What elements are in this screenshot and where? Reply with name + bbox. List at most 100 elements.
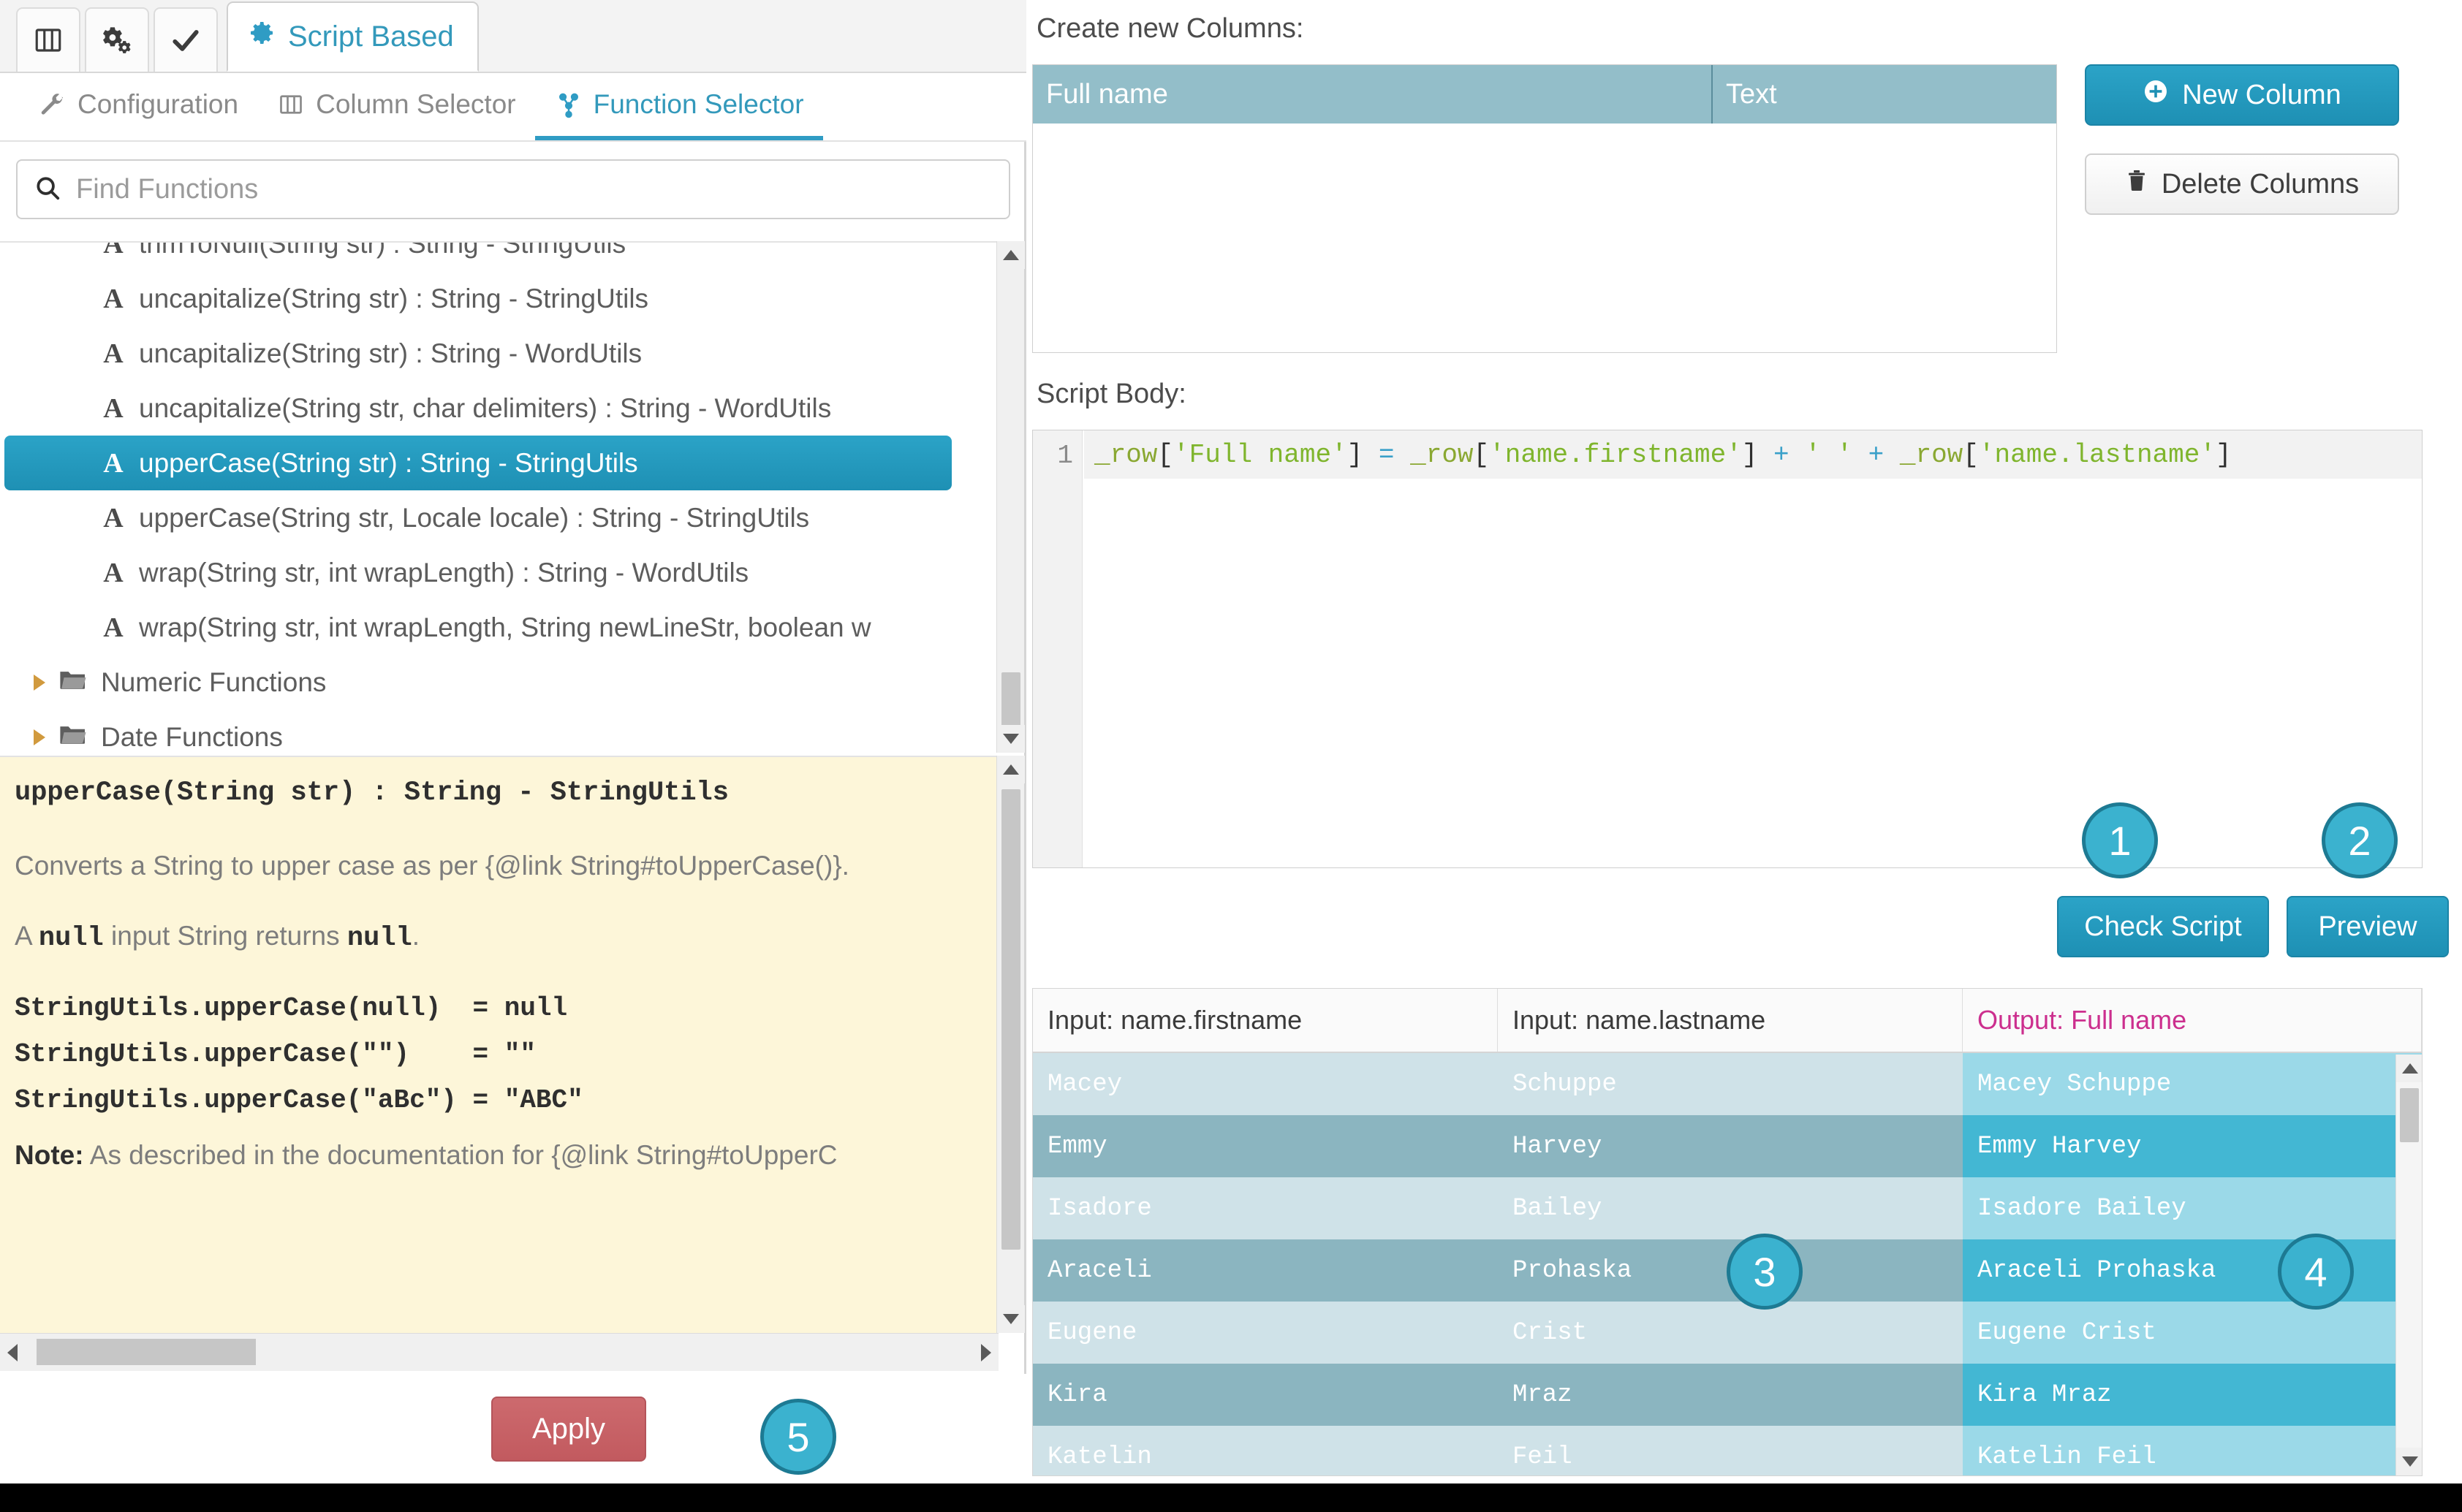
doc-p2-mono2: null — [346, 923, 412, 954]
doc-scroll-up-arrow-icon[interactable] — [997, 756, 1025, 783]
doc-title: upperCase(String str) : String - StringU… — [15, 778, 729, 808]
cell-firstname: Katelin — [1033, 1426, 1498, 1475]
step-badge-1: 1 — [2082, 802, 2158, 878]
preview-table-scrollbar[interactable] — [2395, 1055, 2422, 1475]
folder-icon — [58, 667, 88, 698]
documentation-scrollbar[interactable] — [996, 756, 1025, 1333]
doc-code-line: StringUtils.upperCase("") = "" — [15, 1039, 536, 1069]
script-editor[interactable]: 1 _row['Full name'] = _row['name.firstna… — [1032, 430, 2423, 868]
subtab-column-selector-label: Column Selector — [316, 89, 516, 119]
function-item[interactable]: A uncapitalize(String str, char delimite… — [0, 381, 980, 436]
doc-p2-mid: input String returns — [103, 921, 347, 951]
documentation-horizontal-scrollbar[interactable] — [0, 1333, 999, 1371]
hscroll-left-arrow-icon[interactable] — [7, 1343, 18, 1361]
check-script-button[interactable]: Check Script — [2057, 896, 2269, 957]
doc-p2-pre: A — [15, 921, 39, 951]
chevron-right-icon — [34, 729, 45, 745]
hscroll-right-arrow-icon[interactable] — [981, 1343, 991, 1361]
new-columns-header-row: Full name Text — [1033, 65, 2056, 124]
check-icon — [170, 24, 202, 56]
function-type-icon: A — [103, 557, 124, 588]
doc-p2-mono1: null — [38, 923, 104, 954]
delete-columns-button[interactable]: Delete Columns — [2085, 153, 2399, 215]
hscrollbar-thumb[interactable] — [37, 1339, 256, 1365]
table-row: Katelin Feil Katelin Feil — [1033, 1426, 2422, 1475]
table-row: Macey Schuppe Macey Schuppe — [1033, 1053, 2422, 1115]
preview-table[interactable]: Input: name.firstname Input: name.lastna… — [1032, 988, 2423, 1476]
doc-code-line: StringUtils.upperCase("aBc") = "ABC" — [15, 1085, 583, 1115]
function-item[interactable]: A uncapitalize(String str) : String - Wo… — [0, 326, 980, 381]
plus-circle-icon — [2143, 78, 2169, 112]
function-type-icon: A — [103, 392, 124, 424]
function-item-label: wrap(String str, int wrapLength) : Strin… — [139, 557, 749, 588]
layout-columns-icon-tab[interactable] — [16, 7, 80, 72]
function-item[interactable]: A trimToNull(String str) : String - Stri… — [0, 241, 980, 271]
apply-button[interactable]: Apply — [490, 1396, 647, 1462]
layout-columns-icon — [33, 25, 64, 56]
tab-script-based[interactable]: Script Based — [227, 1, 479, 72]
scroll-up-arrow-icon[interactable] — [997, 241, 1025, 269]
function-item-label: upperCase(String str) : String - StringU… — [139, 447, 638, 478]
doc-paragraph-1: Converts a String to upper case as per {… — [15, 851, 849, 881]
doc-note-text: As described in the documentation for {@… — [83, 1140, 838, 1170]
function-type-icon: A — [103, 241, 124, 259]
function-item-selected[interactable]: A upperCase(String str) : String - Strin… — [4, 436, 952, 490]
function-folder-date[interactable]: Date Functions — [0, 710, 980, 753]
function-type-icon: A — [103, 612, 124, 643]
doc-scrollbar-thumb[interactable] — [1001, 789, 1020, 1250]
function-folder-numeric[interactable]: Numeric Functions — [0, 655, 980, 710]
function-tree-scrollbar[interactable] — [996, 241, 1025, 753]
cell-fullname: Kira Mraz — [1963, 1364, 2422, 1426]
check-icon-tab[interactable] — [154, 7, 218, 72]
left-pane: Script Based Configuration Column Select… — [0, 0, 1026, 1512]
search-input[interactable] — [76, 173, 993, 205]
script-body-label: Script Body: — [1037, 379, 1186, 409]
gears-icon-tab[interactable] — [85, 7, 149, 72]
cell-lastname: Harvey — [1498, 1115, 1963, 1177]
search-box[interactable] — [16, 159, 1010, 219]
wrench-icon — [38, 90, 67, 119]
subtab-configuration[interactable]: Configuration — [19, 73, 257, 140]
editor-gutter: 1 — [1033, 430, 1083, 867]
preview-button[interactable]: Preview — [2287, 896, 2449, 957]
function-item-label: uncapitalize(String str) : String - Word… — [139, 338, 643, 368]
cell-fullname: Katelin Feil — [1963, 1426, 2422, 1475]
cell-fullname: Eugene Crist — [1963, 1302, 2422, 1364]
doc-scroll-down-arrow-icon[interactable] — [997, 1305, 1025, 1333]
doc-code-line: StringUtils.upperCase(null) = null — [15, 993, 568, 1023]
function-item[interactable]: A uncapitalize(String str) : String - St… — [0, 271, 980, 326]
subtab-function-selector-label: Function Selector — [593, 89, 804, 119]
editor-code-line[interactable]: _row['Full name'] = _row['name.firstname… — [1084, 430, 2422, 479]
new-columns-header-text[interactable]: Text — [1713, 65, 2056, 124]
folder-icon — [58, 722, 88, 753]
preview-scroll-up-arrow-icon[interactable] — [2396, 1055, 2422, 1082]
function-folder-label: Date Functions — [101, 721, 283, 752]
table-row: Eugene Crist Eugene Crist — [1033, 1302, 2422, 1364]
new-column-button[interactable]: New Column — [2085, 64, 2399, 126]
function-tree[interactable]: A trimToNull(String str) : String - Stri… — [0, 241, 999, 753]
nodes-icon — [554, 90, 583, 119]
function-item-label: uncapitalize(String str, char delimiters… — [139, 392, 832, 423]
step-badge-2: 2 — [2322, 802, 2398, 878]
function-item[interactable]: A wrap(String str, int wrapLength, Strin… — [0, 600, 980, 655]
preview-scrollbar-thumb[interactable] — [2400, 1088, 2419, 1142]
subtab-configuration-label: Configuration — [77, 89, 239, 119]
preview-header-row: Input: name.firstname Input: name.lastna… — [1033, 989, 2422, 1053]
gear-icon — [247, 18, 276, 55]
scroll-down-arrow-icon[interactable] — [997, 725, 1025, 753]
subtab-column-selector[interactable]: Column Selector — [257, 73, 535, 140]
preview-scroll-down-arrow-icon[interactable] — [2396, 1448, 2422, 1475]
function-folder-label: Numeric Functions — [101, 666, 327, 697]
function-item[interactable]: A wrap(String str, int wrapLength) : Str… — [0, 545, 980, 600]
cell-lastname: Mraz — [1498, 1364, 1963, 1426]
function-item-label: trimToNull(String str) : String - String… — [139, 241, 626, 259]
new-columns-header-full-name[interactable]: Full name — [1033, 65, 1713, 124]
doc-note-label: Note: — [15, 1140, 84, 1170]
doc-paragraph-2: A null input String returns null. — [15, 921, 974, 954]
table-row: Emmy Harvey Emmy Harvey — [1033, 1115, 2422, 1177]
documentation-panel: upperCase(String str) : String - StringU… — [0, 756, 999, 1333]
cell-lastname: Crist — [1498, 1302, 1963, 1364]
function-item[interactable]: A upperCase(String str, Locale locale) :… — [0, 490, 980, 545]
subtab-function-selector[interactable]: Function Selector — [534, 73, 823, 140]
new-columns-table[interactable]: Full name Text — [1032, 64, 2057, 353]
